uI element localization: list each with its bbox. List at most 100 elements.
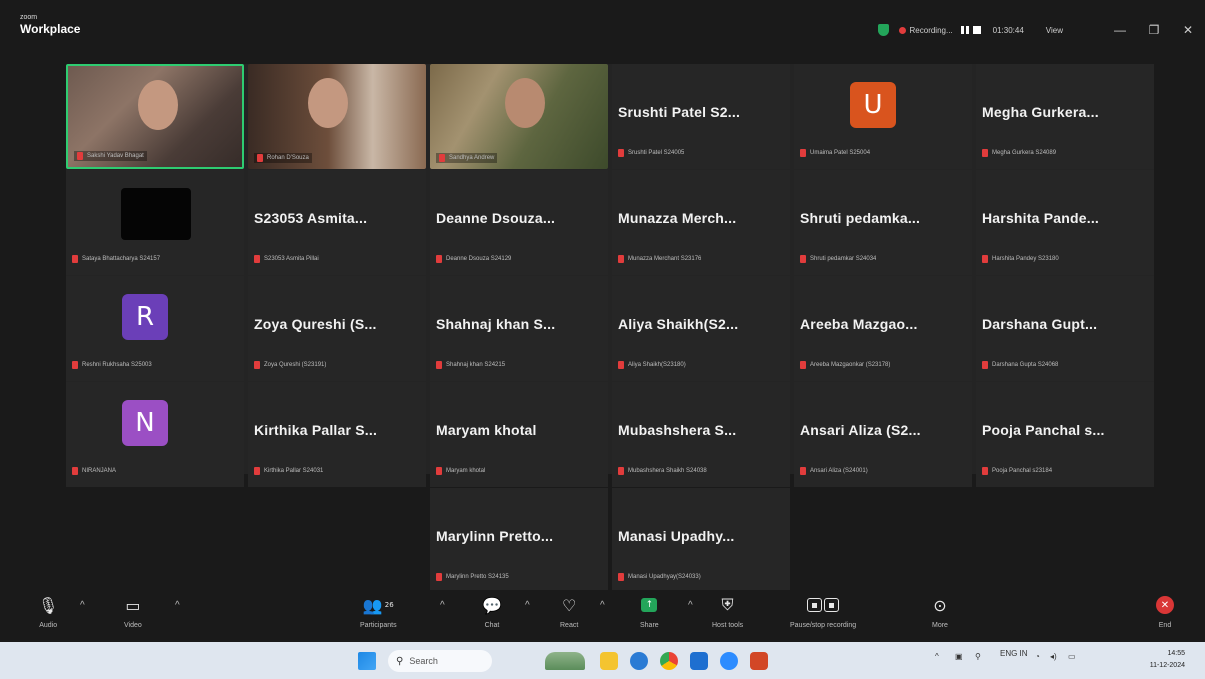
- audio-options-chevron-icon[interactable]: ^: [80, 600, 85, 611]
- participant-tile[interactable]: Areeba Mazgao... Areeba Mazgaonkar (S2317…: [794, 276, 972, 381]
- participant-name-label: Shruti pedamkar S24034: [800, 255, 876, 263]
- powerpoint-icon[interactable]: [750, 652, 768, 670]
- participant-tile[interactable]: R Reshni Rukhsaha S25003: [66, 276, 244, 381]
- participant-video: [505, 78, 545, 128]
- participant-label-text: S23053 Asmita Pillai: [264, 256, 319, 262]
- participant-tile[interactable]: N NIRANJANA: [66, 382, 244, 487]
- participant-video: [138, 80, 178, 130]
- participant-name-label: Srushti Patel S24005: [618, 149, 684, 157]
- file-explorer-icon[interactable]: [600, 652, 618, 670]
- close-button[interactable]: ✕: [1171, 23, 1205, 37]
- participant-tile[interactable]: Deanne Dsouza... Deanne Dsouza S24129: [430, 170, 608, 275]
- taskbar-search[interactable]: ⚲ Search: [388, 650, 492, 672]
- participant-display-name: Harshita Pande...: [982, 210, 1099, 226]
- chat-options-chevron-icon[interactable]: ^: [525, 600, 530, 611]
- clock-date: 11-12-2024: [1149, 662, 1185, 669]
- participant-tile[interactable]: Srushti Patel S2... Srushti Patel S24005: [612, 64, 790, 169]
- muted-mic-icon: [800, 467, 806, 475]
- edge-browser-icon[interactable]: [630, 652, 648, 670]
- zoom-app-icon[interactable]: [720, 652, 738, 670]
- participant-avatar: R: [122, 294, 168, 340]
- end-button[interactable]: ✕ End: [1156, 594, 1174, 629]
- participants-options-chevron-icon[interactable]: ^: [440, 600, 445, 611]
- chrome-browser-icon[interactable]: [660, 652, 678, 670]
- participant-tile[interactable]: Kirthika Pallar S... Kirthika Pallar S240…: [248, 382, 426, 487]
- react-label: React: [560, 622, 579, 629]
- participant-display-name: Srushti Patel S2...: [618, 104, 741, 120]
- more-button[interactable]: ⊙ More: [932, 594, 948, 630]
- participant-tile[interactable]: Sakshi Yadav Bhagat: [66, 64, 244, 169]
- taskbar-clock[interactable]: 14:55 11-12-2024: [1150, 648, 1185, 672]
- participant-tile[interactable]: Sandhya Andrew: [430, 64, 608, 169]
- participant-label-text: Manasi Upadhyay(S24033): [628, 574, 701, 580]
- participant-display-name: Munazza Merch...: [618, 210, 737, 226]
- participant-tile[interactable]: Munazza Merch... Munazza Merchant S23176: [612, 170, 790, 275]
- participant-tile[interactable]: U Umaima Patel S25004: [794, 64, 972, 169]
- chat-button[interactable]: 💬 Chat: [482, 594, 502, 630]
- pause-recording-button[interactable]: Pause/stop recording: [790, 594, 856, 629]
- muted-mic-icon: [72, 361, 78, 369]
- muted-mic-icon: [72, 467, 78, 475]
- participant-tile[interactable]: Zoya Qureshi (S... Zoya Qureshi (S23191): [248, 276, 426, 381]
- volume-icon[interactable]: ◂): [1050, 652, 1057, 661]
- react-button[interactable]: ♡ React: [560, 594, 579, 630]
- battery-icon[interactable]: ▭: [1068, 652, 1076, 661]
- tray-location-icon[interactable]: ⚲: [975, 652, 981, 661]
- participants-button[interactable]: 👥 26 Participants: [360, 594, 397, 630]
- participant-avatar: N: [122, 400, 168, 446]
- share-options-chevron-icon[interactable]: ^: [688, 600, 693, 611]
- participant-name-label: Marylinn Pretto S24135: [436, 573, 509, 581]
- participant-tile[interactable]: Darshana Gupt... Darshana Gupta S24068: [976, 276, 1154, 381]
- video-button[interactable]: ▭ Video: [124, 594, 142, 630]
- muted-mic-icon: [254, 467, 260, 475]
- shield-icon[interactable]: [877, 24, 889, 36]
- widget-landscape-icon[interactable]: [545, 652, 585, 670]
- participant-tile[interactable]: Pooja Panchal s... Pooja Panchal s23184: [976, 382, 1154, 487]
- muted-mic-icon: [618, 467, 624, 475]
- participant-name-label: S23053 Asmita Pillai: [254, 255, 319, 263]
- meeting-timer: 01:30:44: [992, 25, 1024, 35]
- restore-button[interactable]: ❐: [1137, 23, 1171, 37]
- host-tools-button[interactable]: ⛨ Host tools: [712, 594, 743, 629]
- share-button[interactable]: ↑ Share: [640, 594, 659, 629]
- muted-mic-icon: [800, 149, 806, 157]
- tray-chevron-icon[interactable]: ^: [935, 652, 939, 661]
- participant-tile[interactable]: Harshita Pande... Harshita Pandey S23180: [976, 170, 1154, 275]
- participant-label-text: Areeba Mazgaonkar (S23178): [810, 362, 891, 368]
- participant-tile[interactable]: S23053 Asmita... S23053 Asmita Pillai: [248, 170, 426, 275]
- participant-tile[interactable]: Shruti pedamka... Shruti pedamkar S24034: [794, 170, 972, 275]
- participant-tile[interactable]: Mubashshera S... Mubashshera Shaikh S2403…: [612, 382, 790, 487]
- minimize-button[interactable]: —: [1103, 23, 1137, 37]
- participant-tile[interactable]: Shahnaj khan S... Shahnaj khan S24215: [430, 276, 608, 381]
- windows-start-icon[interactable]: [358, 652, 376, 670]
- pause-recording-icon[interactable]: [960, 26, 969, 34]
- participant-name-label: Umaima Patel S25004: [800, 149, 870, 157]
- video-options-chevron-icon[interactable]: ^: [175, 600, 180, 611]
- participant-tile[interactable]: Rohan D'Souza: [248, 64, 426, 169]
- search-icon: ⚲: [396, 655, 404, 667]
- participant-name-label: Aliya Shaikh(S23180): [618, 361, 686, 369]
- participant-tile[interactable]: Sataya Bhattacharya S24157: [66, 170, 244, 275]
- brand-zoom: zoom: [20, 14, 38, 21]
- participant-tile[interactable]: Maryam khotal Maryam khotal: [430, 382, 608, 487]
- view-button[interactable]: View: [1046, 26, 1063, 35]
- participant-tile[interactable]: Aliya Shaikh(S2... Aliya Shaikh(S23180): [612, 276, 790, 381]
- audio-button[interactable]: 🎙 Audio: [38, 594, 58, 630]
- shield-check-icon: ⛨: [721, 595, 734, 614]
- tray-network-icon[interactable]: ▣: [955, 652, 963, 661]
- participant-tile[interactable]: Ansari Aliza (S2... Ansari Aliza (S24001): [794, 382, 972, 487]
- participant-tile[interactable]: Marylinn Pretto... Marylinn Pretto S24135: [430, 488, 608, 593]
- language-indicator[interactable]: ENG IN: [1000, 649, 1028, 658]
- mail-icon[interactable]: [690, 652, 708, 670]
- wifi-icon[interactable]: ◔: [1035, 652, 1040, 661]
- participant-label-text: Shahnaj khan S24215: [446, 362, 506, 368]
- participant-tile[interactable]: Megha Gurkera... Megha Gurkera S24089: [976, 64, 1154, 169]
- react-options-chevron-icon[interactable]: ^: [600, 600, 605, 611]
- chat-label: Chat: [484, 622, 500, 629]
- participant-label-text: Sataya Bhattacharya S24157: [82, 256, 161, 262]
- muted-mic-icon: [982, 361, 988, 369]
- participants-count: 26: [384, 601, 394, 609]
- participant-tile[interactable]: Manasi Upadhy... Manasi Upadhyay(S24033): [612, 488, 790, 593]
- stop-recording-icon[interactable]: [972, 26, 981, 34]
- host-tools-label: Host tools: [712, 622, 744, 629]
